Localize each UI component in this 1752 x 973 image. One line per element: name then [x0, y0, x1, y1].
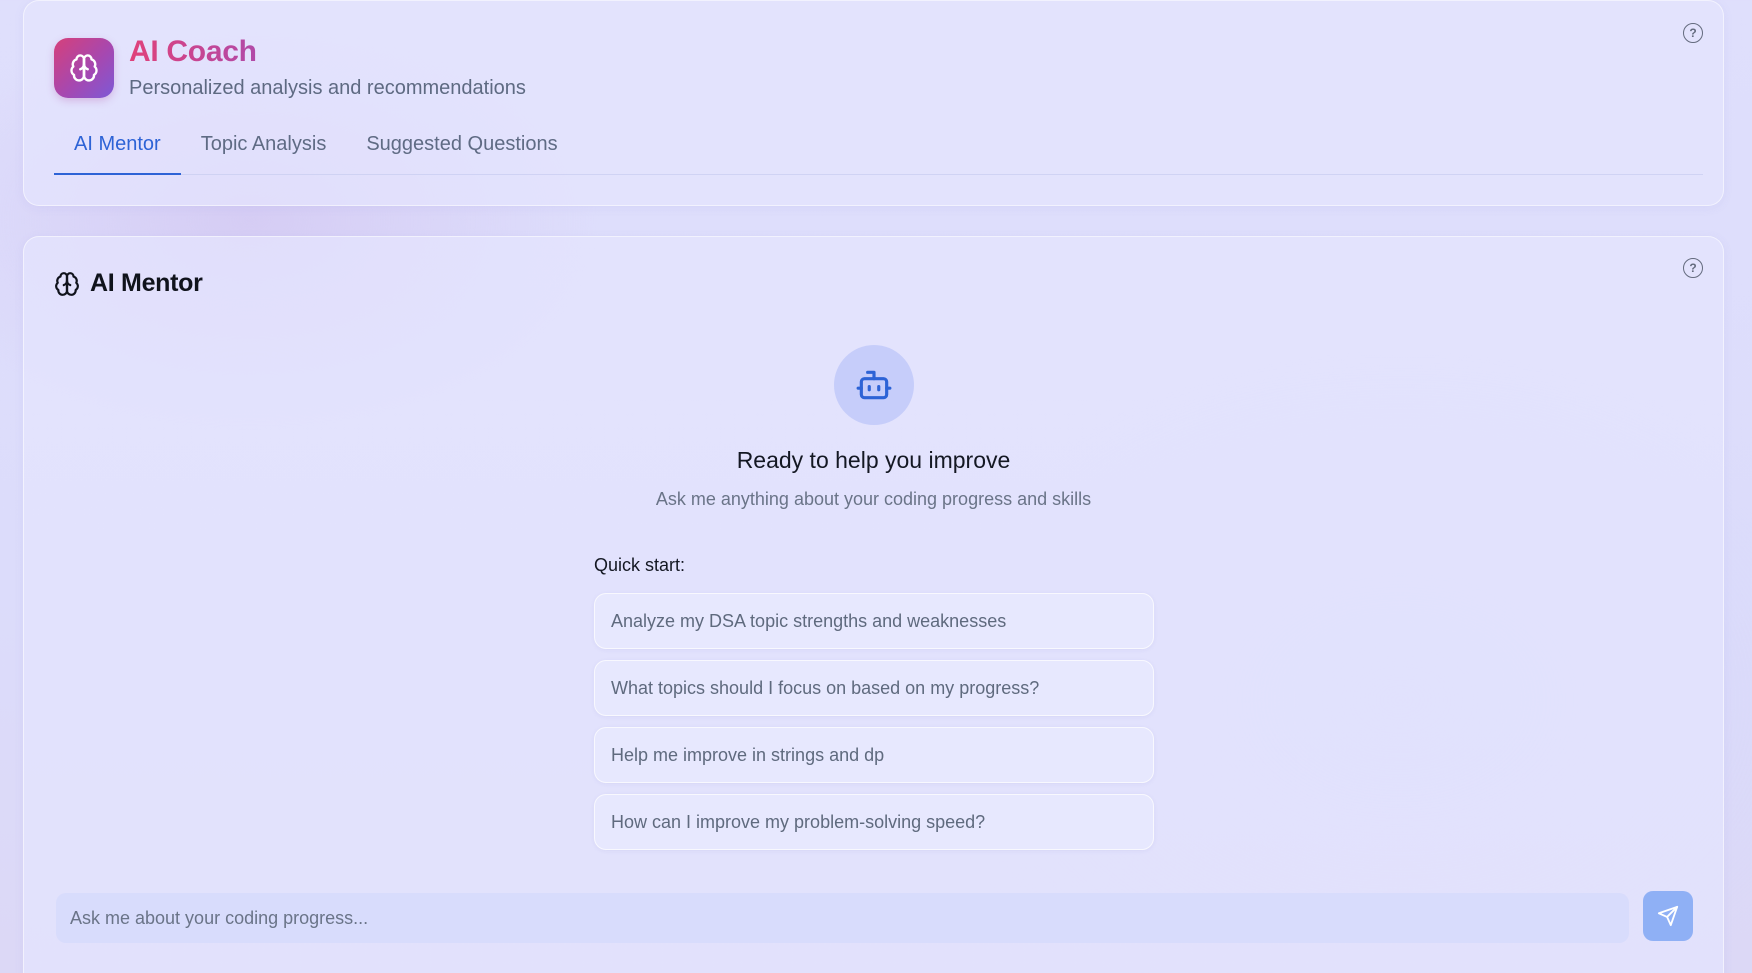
app-subtitle: Personalized analysis and recommendation…	[129, 77, 526, 99]
ai-mentor-panel: AI Mentor ? Ready to help you improve As…	[23, 236, 1724, 973]
ready-title: Ready to help you improve	[736, 447, 1011, 473]
bot-avatar	[833, 345, 914, 425]
tab-ai-mentor[interactable]: AI Mentor	[54, 123, 181, 175]
help-circle-icon[interactable]: ?	[1683, 258, 1703, 278]
send-icon	[1657, 905, 1679, 927]
quick-start-button[interactable]: Help me improve in strings and dp	[594, 727, 1154, 783]
chat-input-row	[56, 891, 1693, 943]
quick-start-button[interactable]: How can I improve my problem-solving spe…	[594, 794, 1154, 850]
section-title-text: AI Mentor	[90, 269, 203, 297]
ready-subtitle: Ask me anything about your coding progre…	[655, 489, 1092, 509]
quick-start-list: Analyze my DSA topic strengths and weakn…	[594, 593, 1154, 861]
brain-icon	[55, 271, 79, 296]
tab-topic-analysis[interactable]: Topic Analysis	[181, 123, 347, 175]
app-logo	[54, 38, 114, 98]
brain-icon	[70, 54, 98, 82]
quick-start-button[interactable]: What topics should I focus on based on m…	[594, 660, 1154, 716]
send-button[interactable]	[1643, 891, 1693, 941]
section-title: AI Mentor	[54, 269, 203, 298]
app-title: AI Coach	[129, 35, 257, 68]
quick-start-label: Quick start:	[594, 555, 686, 575]
header-card: AI Coach Personalized analysis and recom…	[23, 0, 1724, 206]
tab-bar: AI Mentor Topic Analysis Suggested Quest…	[54, 123, 1703, 175]
bot-icon	[856, 370, 891, 400]
tab-suggested-questions[interactable]: Suggested Questions	[346, 123, 577, 175]
quick-start-button[interactable]: Analyze my DSA topic strengths and weakn…	[594, 593, 1154, 649]
help-circle-icon[interactable]: ?	[1683, 23, 1703, 43]
chat-input[interactable]	[56, 893, 1629, 943]
chat-area: Ready to help you improve Ask me anythin…	[54, 325, 1693, 850]
